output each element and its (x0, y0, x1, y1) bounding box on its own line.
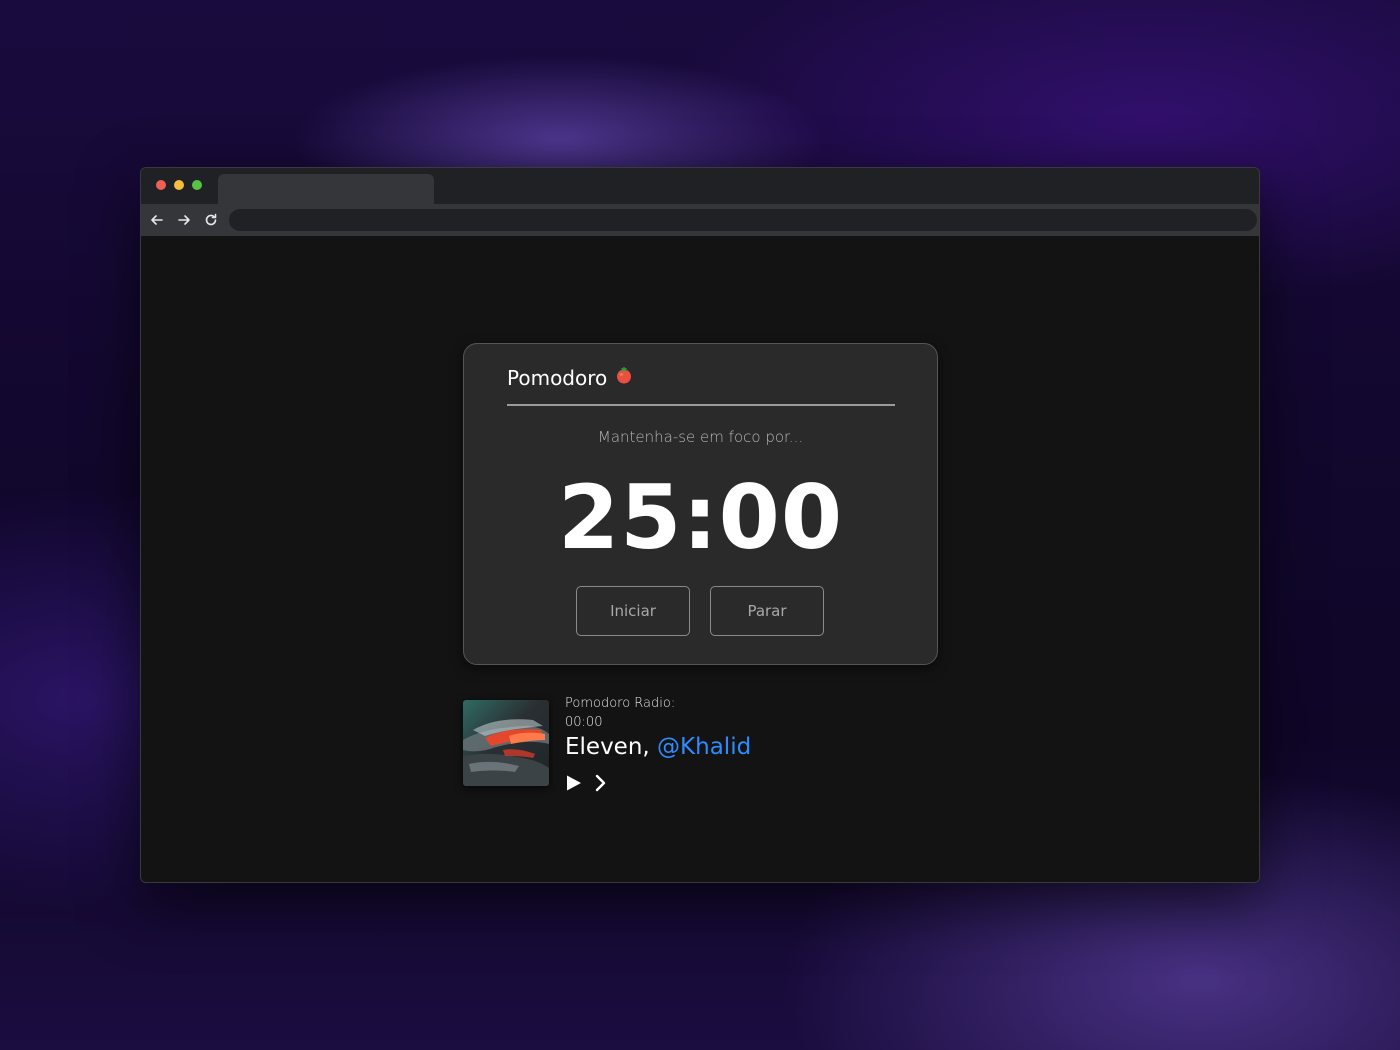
pomodoro-card: Pomodoro Mantenha-se em foco por... 25:0… (463, 343, 938, 665)
radio-time: 00:00 (565, 715, 603, 730)
radio-label: Pomodoro Radio: (565, 696, 676, 711)
next-icon[interactable] (593, 774, 609, 792)
maximize-window-button[interactable] (192, 180, 202, 190)
start-button[interactable]: Iniciar (576, 586, 690, 636)
card-title: Pomodoro (507, 366, 608, 390)
tomato-icon (615, 366, 633, 384)
forward-arrow-icon[interactable] (174, 210, 194, 230)
browser-tab[interactable] (218, 174, 434, 204)
now-playing: Eleven, @Khalid (565, 734, 751, 760)
back-arrow-icon[interactable] (147, 210, 167, 230)
browser-window: Pomodoro Mantenha-se em foco por... 25:0… (140, 167, 1260, 883)
radio-player: Pomodoro Radio: 00:00 Eleven, @Khalid (463, 696, 883, 810)
artist-link[interactable]: @Khalid (657, 734, 751, 760)
timer-display: 25:00 (557, 466, 844, 569)
browser-titlebar (141, 168, 1259, 204)
card-header: Pomodoro (507, 366, 633, 390)
reload-icon[interactable] (201, 210, 221, 230)
address-bar[interactable] (229, 209, 1257, 231)
track-name: Eleven, (565, 734, 650, 760)
browser-toolbar (141, 204, 1259, 236)
card-divider (507, 404, 895, 406)
album-art (463, 700, 549, 786)
focus-subtitle: Mantenha-se em foco por... (597, 428, 804, 446)
play-icon[interactable] (565, 774, 583, 792)
stop-button[interactable]: Parar (710, 586, 824, 636)
page-content: Pomodoro Mantenha-se em foco por... 25:0… (141, 236, 1259, 882)
close-window-button[interactable] (156, 180, 166, 190)
minimize-window-button[interactable] (174, 180, 184, 190)
